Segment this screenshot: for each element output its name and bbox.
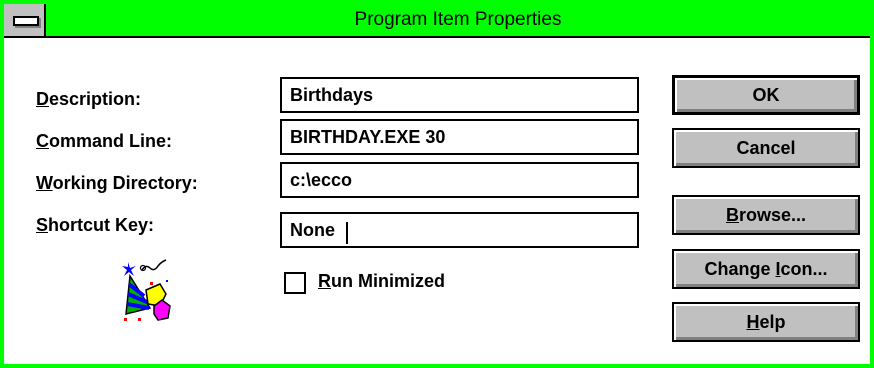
text-caret: [346, 222, 348, 244]
system-menu-icon: [13, 16, 39, 26]
browse-button[interactable]: Browse...: [672, 195, 860, 235]
command-line-field[interactable]: [280, 119, 639, 155]
shortcut-key-label: Shortcut Key:: [36, 215, 155, 235]
description-label: Description:: [36, 89, 142, 109]
run-minimized-label[interactable]: Run Minimized: [318, 271, 445, 292]
party-hat-icon[interactable]: [120, 258, 176, 328]
dialog-title: Program Item Properties: [354, 9, 562, 30]
run-minimized-checkbox[interactable]: [284, 272, 306, 294]
change-icon-button[interactable]: Change Icon...: [672, 249, 860, 289]
title-bar[interactable]: Program Item Properties: [4, 4, 870, 38]
working-directory-label: Working Directory:: [36, 173, 198, 193]
help-button[interactable]: Help: [672, 302, 860, 342]
description-field[interactable]: [280, 77, 639, 113]
shortcut-key-field[interactable]: [280, 212, 639, 248]
ok-button[interactable]: OK: [672, 75, 860, 115]
working-directory-field[interactable]: [280, 162, 639, 198]
system-menu-button[interactable]: [4, 4, 46, 36]
cancel-button[interactable]: Cancel: [672, 128, 860, 168]
command-line-label: Command Line:: [36, 131, 173, 151]
